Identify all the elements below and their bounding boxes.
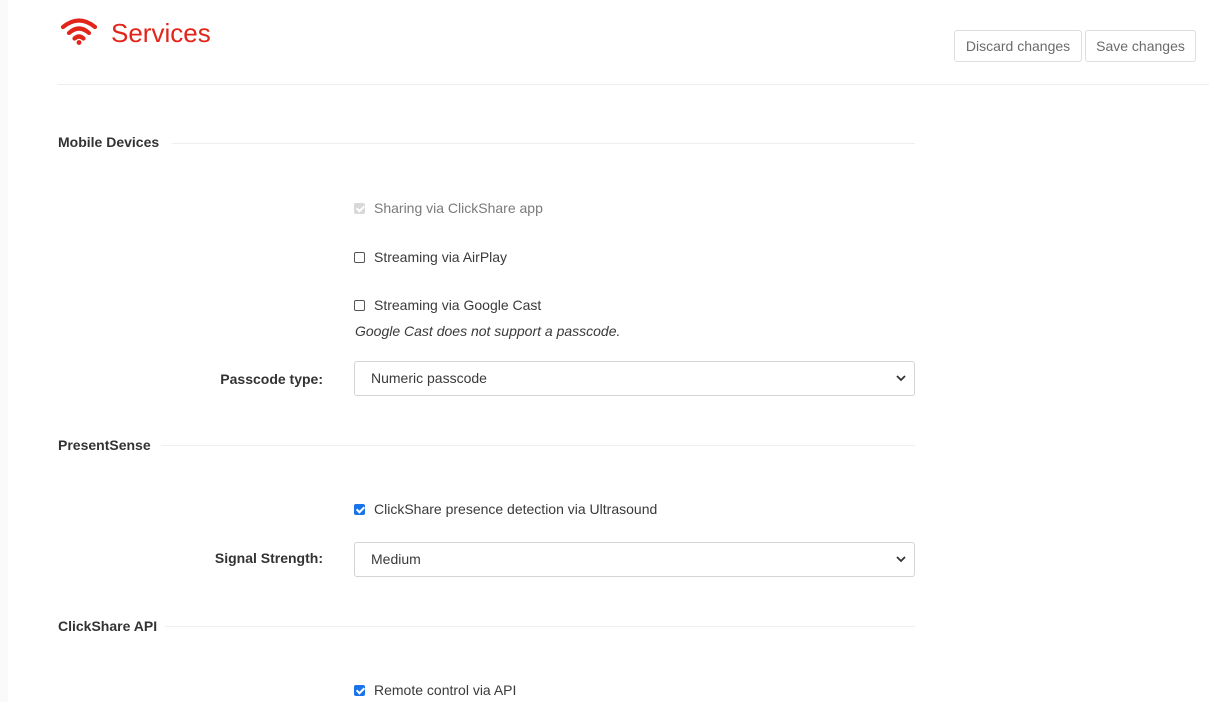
save-changes-button[interactable]: Save changes <box>1085 30 1196 62</box>
signal-strength-label: Signal Strength: <box>214 550 323 566</box>
section-divider <box>172 143 915 144</box>
discard-changes-button[interactable]: Discard changes <box>954 30 1082 62</box>
section-title-presentsense: PresentSense <box>58 437 151 453</box>
wifi-icon <box>60 18 98 45</box>
ultrasound-label[interactable]: ClickShare presence detection via Ultras… <box>374 500 657 518</box>
header-divider <box>58 84 1209 85</box>
page-title: Services <box>111 18 211 48</box>
passcode-type-select[interactable]: Numeric passcode <box>354 361 915 396</box>
airplay-option[interactable]: Streaming via AirPlay <box>354 248 507 266</box>
clickshare-app-checkbox <box>354 202 365 214</box>
clickshare-app-label: Sharing via ClickShare app <box>374 200 543 216</box>
ultrasound-checkbox[interactable] <box>354 503 365 515</box>
remote-control-label[interactable]: Remote control via API <box>374 681 516 699</box>
google-cast-option[interactable]: Streaming via Google Cast <box>354 296 541 314</box>
remote-control-checkbox[interactable] <box>354 684 365 696</box>
airplay-checkbox[interactable] <box>354 251 365 263</box>
google-cast-label[interactable]: Streaming via Google Cast <box>374 296 541 314</box>
signal-strength-select[interactable]: Medium <box>354 542 915 577</box>
left-edge-strip <box>0 0 8 702</box>
google-cast-checkbox[interactable] <box>354 299 365 311</box>
section-divider <box>161 445 915 446</box>
airplay-label[interactable]: Streaming via AirPlay <box>374 248 507 266</box>
signal-strength-value: Medium <box>371 551 421 567</box>
section-title-mobile-devices: Mobile Devices <box>58 134 160 150</box>
ultrasound-option[interactable]: ClickShare presence detection via Ultras… <box>354 500 657 518</box>
section-title-clickshare-api: ClickShare API <box>58 618 158 634</box>
section-divider <box>165 626 915 627</box>
passcode-type-value: Numeric passcode <box>371 370 487 386</box>
chevron-down-icon <box>896 556 906 563</box>
chevron-down-icon <box>896 375 906 382</box>
clickshare-app-option: Sharing via ClickShare app <box>354 199 543 217</box>
remote-control-option[interactable]: Remote control via API <box>354 681 516 699</box>
google-cast-note: Google Cast does not support a passcode. <box>355 323 621 339</box>
passcode-type-label: Passcode type: <box>220 371 323 387</box>
